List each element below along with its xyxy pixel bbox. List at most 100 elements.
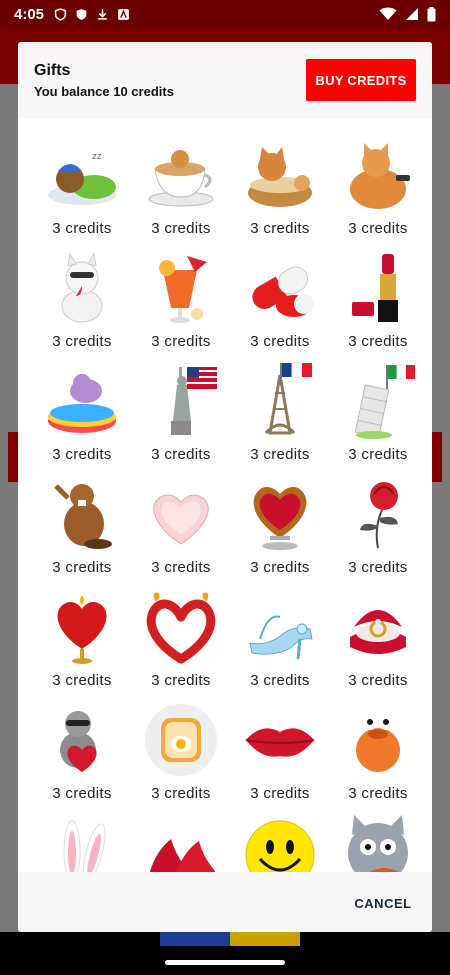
grey-cat-fish-icon <box>348 815 408 872</box>
heart-cake-icon <box>153 494 209 545</box>
background-content <box>160 932 300 946</box>
signal-icon <box>406 8 418 20</box>
gift-item[interactable]: 3 credits <box>132 813 230 872</box>
gift-item[interactable]: 3 credits <box>329 474 427 587</box>
gift-item[interactable]: 3 credits <box>33 474 131 587</box>
ring-box-icon <box>350 610 406 654</box>
gift-item[interactable]: 3 credits <box>231 587 329 700</box>
raccoon-heart-icon <box>60 711 97 772</box>
gift-item[interactable]: 3 credits <box>231 361 329 474</box>
background-content <box>0 84 18 944</box>
kiss-lips-icon <box>245 728 315 757</box>
gift-price-label: 3 credits <box>348 785 408 802</box>
high-heels-icon <box>149 839 215 872</box>
gift-item[interactable]: 3 credits <box>329 813 427 872</box>
gift-item[interactable]: 3 credits <box>33 248 131 361</box>
gift-item[interactable]: 3 credits <box>231 700 329 813</box>
glass-slipper-icon <box>249 615 313 660</box>
gift-item[interactable]: 3 credits <box>132 474 230 587</box>
coffee-cup-icon <box>148 150 214 207</box>
home-gesture-handle[interactable] <box>165 960 285 965</box>
toast-egg-icon <box>145 704 217 776</box>
gift-price-label: 3 credits <box>151 559 211 576</box>
gift-price-label: 3 credits <box>348 333 408 350</box>
fat-cat-icon <box>350 143 410 209</box>
gift-price-label: 3 credits <box>250 446 310 463</box>
status-bar: 4:05 <box>0 0 450 28</box>
white-dog-icon <box>61 252 103 323</box>
gift-price-label: 3 credits <box>151 446 211 463</box>
buy-credits-button[interactable]: BUY CREDITS <box>306 59 416 101</box>
gift-price-label: 3 credits <box>348 220 408 237</box>
gift-price-label: 3 credits <box>52 559 112 576</box>
gift-item[interactable]: 3 credits <box>132 700 230 813</box>
gift-item[interactable]: 3 credits <box>329 700 427 813</box>
gift-item[interactable]: 3 credits <box>132 361 230 474</box>
lipstick-icon <box>352 254 398 322</box>
gift-item[interactable]: 3 credits <box>132 135 230 248</box>
gift-price-label: 3 credits <box>250 220 310 237</box>
gift-price-label: 3 credits <box>250 559 310 576</box>
gift-grid: zz 3 credits 3 credits 3 credits 3 credits 3 … <box>18 118 432 872</box>
smiley-face-icon <box>245 820 315 872</box>
gift-item[interactable]: 3 credits <box>231 248 329 361</box>
gift-price-label: 3 credits <box>151 333 211 350</box>
gift-price-label: 3 credits <box>151 672 211 689</box>
background-content <box>432 84 450 944</box>
gift-item[interactable]: 3 credits <box>329 587 427 700</box>
gift-price-label: 3 credits <box>52 220 112 237</box>
gift-item[interactable]: 3 credits <box>132 587 230 700</box>
gift-price-label: 3 credits <box>52 672 112 689</box>
leaning-tower-icon <box>354 364 415 439</box>
gift-price-label: 3 credits <box>52 333 112 350</box>
status-time: 4:05 <box>14 5 45 23</box>
gift-price-label: 3 credits <box>52 446 112 463</box>
gift-item[interactable]: 3 credits <box>33 361 131 474</box>
gift-price-label: 3 credits <box>348 672 408 689</box>
orange-monster-icon <box>356 714 400 772</box>
gift-item[interactable]: 3 credits <box>33 587 131 700</box>
battery-icon <box>427 6 436 21</box>
gift-price-label: 3 credits <box>151 785 211 802</box>
gifts-dialog: Gifts You balance 10 credits BUY CREDITS… <box>18 42 432 932</box>
gift-item[interactable]: 3 credits <box>231 813 329 872</box>
download-icon <box>98 8 107 20</box>
shield-check-icon <box>76 8 87 20</box>
chili-heart-icon <box>146 592 216 664</box>
dialog-header: Gifts You balance 10 credits BUY CREDITS <box>18 42 432 118</box>
cancel-button[interactable]: CANCEL <box>348 890 418 916</box>
cat-in-basket-icon <box>248 147 312 207</box>
pill-capsule-icon <box>252 266 314 317</box>
gift-price-label: 3 credits <box>52 785 112 802</box>
background-button <box>8 432 18 482</box>
gift-item[interactable]: 3 credits <box>132 248 230 361</box>
gift-item[interactable]: 3 credits <box>329 135 427 248</box>
sleeping-bear-icon: zz <box>48 152 116 205</box>
gift-item[interactable]: zz 3 credits <box>33 135 131 248</box>
svg-text:zz: zz <box>92 152 102 162</box>
heart-candle-icon <box>57 595 107 664</box>
rose-icon <box>360 482 398 549</box>
gift-price-label: 3 credits <box>348 446 408 463</box>
gift-item[interactable]: 3 credits <box>33 813 131 872</box>
gift-price-label: 3 credits <box>151 220 211 237</box>
hippo-pool-icon <box>48 374 116 433</box>
background-button <box>432 432 442 482</box>
gift-price-label: 3 credits <box>250 672 310 689</box>
shield-icon <box>54 7 67 21</box>
gift-item[interactable]: 3 credits <box>33 700 131 813</box>
cocktail-icon <box>159 256 207 323</box>
eiffel-tower-icon <box>264 362 312 435</box>
app-notification-icon <box>118 8 129 20</box>
gift-item[interactable]: 3 credits <box>329 248 427 361</box>
gift-price-label: 3 credits <box>250 333 310 350</box>
gift-item[interactable]: 3 credits <box>329 361 427 474</box>
gift-item[interactable]: 3 credits <box>231 474 329 587</box>
statue-of-liberty-icon <box>171 367 217 435</box>
dialog-title: Gifts <box>34 62 71 79</box>
wifi-icon <box>379 7 397 20</box>
gift-price-label: 3 credits <box>348 559 408 576</box>
gift-item[interactable]: 3 credits <box>231 135 329 248</box>
gift-price-label: 3 credits <box>250 785 310 802</box>
bunny-ears-icon <box>63 820 106 872</box>
